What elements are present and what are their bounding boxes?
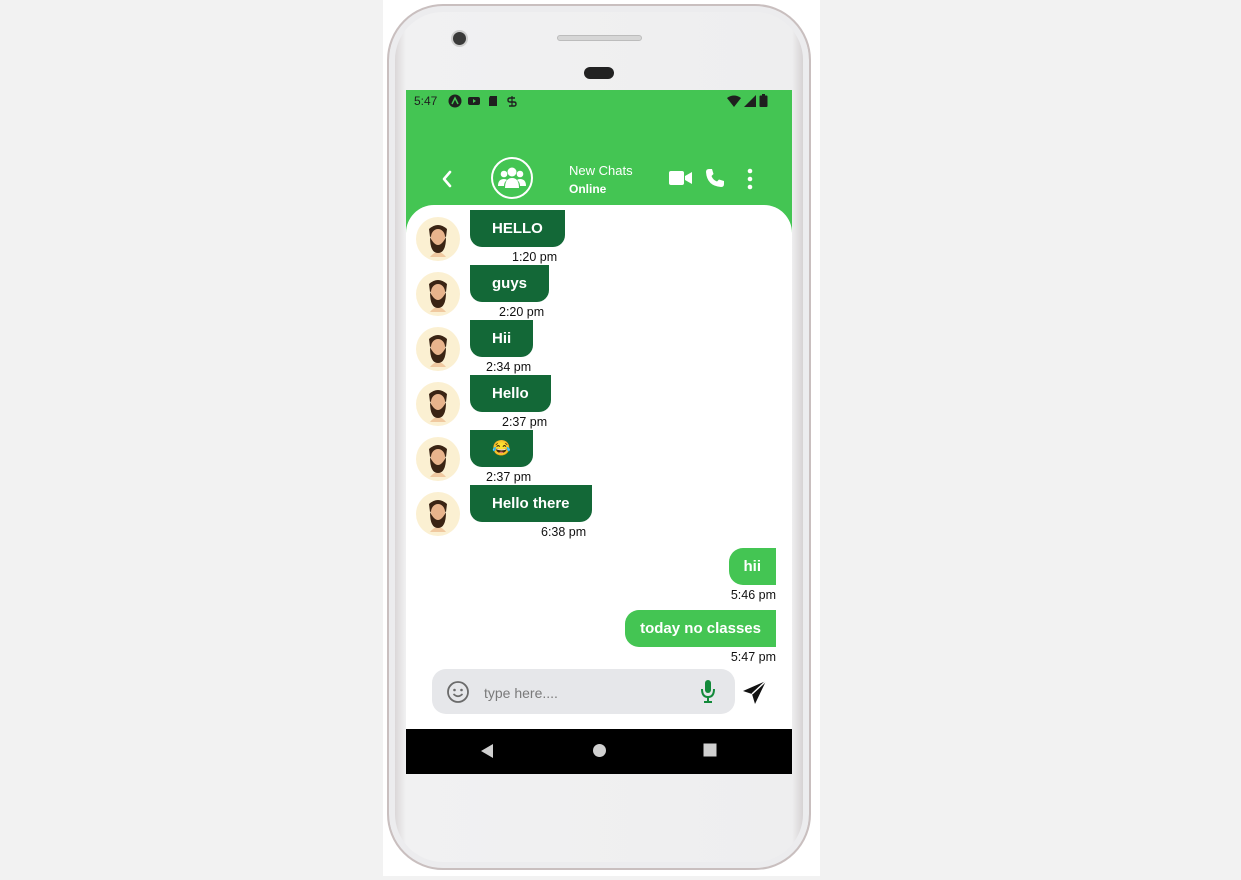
message-time: 2:37 pm [486,470,532,484]
message-time: 2:34 pm [486,360,532,374]
message-time: 1:20 pm [512,250,558,264]
youtube-icon [467,94,481,108]
group-avatar[interactable] [491,157,533,199]
video-call-button[interactable] [668,168,693,193]
smiley-icon [447,681,469,703]
avatar [416,492,460,536]
incoming-message-bubble[interactable]: Hello [470,375,551,412]
message-time: 2:37 pm [502,415,548,429]
video-camera-icon [669,171,692,185]
incoming-message-bubble[interactable]: guys [470,265,550,302]
message-time: 5:46 pm [730,588,776,602]
app-a-icon [448,94,462,108]
app-screen: 5:47 New Chats Online HELLO 1:20 pm guys… [406,90,792,774]
avatar [416,382,460,426]
status-right-icons [727,94,768,112]
incoming-message-bubble[interactable]: 😂 [470,430,533,467]
message-list: HELLO 1:20 pm guys 2:20 pm Hii 2:34 pm H… [406,205,792,729]
emoji-button[interactable] [446,680,470,709]
triangle-back-icon [481,744,493,758]
incoming-message-bubble[interactable]: Hello there [470,485,592,522]
sync-icon [505,94,519,108]
incoming-message-bubble[interactable]: HELLO [470,210,565,247]
avatar [416,217,460,261]
chevron-left-icon [442,170,452,188]
status-left-icons [448,94,519,108]
more-options-button[interactable] [746,168,754,195]
status-time: 5:47 [414,94,438,108]
incoming-message-bubble[interactable]: Hii [470,320,534,357]
message-composer [432,669,735,714]
avatar [416,437,460,481]
avatar [416,327,460,371]
chat-title: New Chats [569,163,633,178]
message-time: 5:47 pm [730,650,776,664]
outgoing-message-bubble[interactable]: hii [728,548,776,585]
phone-icon [706,169,724,187]
voice-record-button[interactable] [700,679,716,709]
voice-call-button[interactable] [705,168,725,193]
outgoing-message-bubble[interactable]: today no classes [625,610,776,647]
microphone-icon [701,680,715,703]
square-recents-icon [703,743,717,757]
circle-home-icon [593,744,606,757]
message-time: 2:20 pm [499,305,545,319]
back-button[interactable] [438,168,456,190]
message-time: 6:38 pm [541,525,587,539]
send-button[interactable] [742,680,767,710]
nav-home-button[interactable] [592,743,607,763]
wifi-icon [727,94,741,112]
sd-card-icon [486,94,500,108]
nav-back-button[interactable] [480,743,494,764]
chat-status: Online [569,182,607,196]
front-camera [451,30,468,47]
nav-recents-button[interactable] [703,743,717,762]
more-vertical-icon [747,168,753,190]
message-input[interactable] [482,679,686,706]
proximity-sensor [584,67,614,79]
group-people-icon [498,167,526,188]
send-icon [743,680,767,704]
signal-icon [744,94,756,112]
earpiece-speaker [557,35,642,41]
battery-icon [759,94,768,112]
system-nav-bar [406,729,792,774]
avatar [416,272,460,316]
